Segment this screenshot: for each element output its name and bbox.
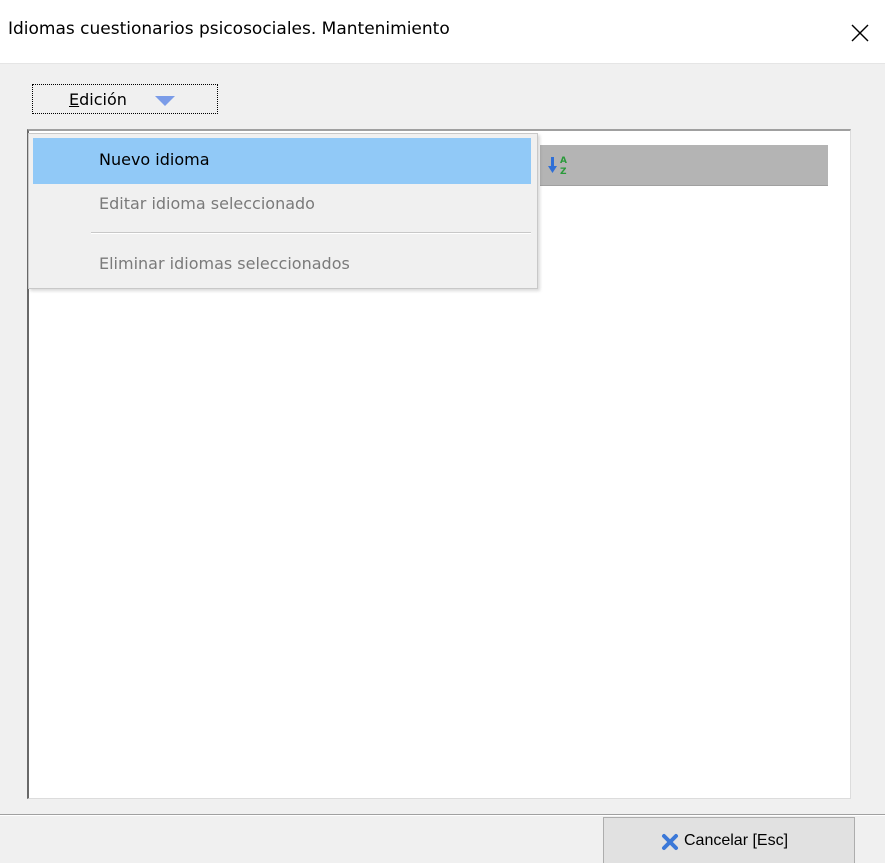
triangle-down-icon (155, 96, 175, 106)
menu-separator (91, 232, 531, 234)
edicion-label: Edición (69, 90, 127, 109)
title-bar: Idiomas cuestionarios psicosociales. Man… (0, 0, 885, 64)
svg-text:Z: Z (560, 167, 567, 177)
cancel-button[interactable]: Cancelar [Esc] (603, 817, 855, 863)
menu-item-nuevo-idioma[interactable]: Nuevo idioma (33, 138, 531, 184)
footer-divider (0, 814, 885, 816)
dialog-window: Idiomas cuestionarios psicosociales. Man… (0, 0, 885, 863)
menu-item-eliminar-idiomas[interactable]: Eliminar idiomas seleccionados (33, 242, 531, 288)
close-button[interactable] (833, 0, 885, 64)
cancel-label: Cancelar [Esc] (684, 832, 789, 849)
window-title: Idiomas cuestionarios psicosociales. Man… (8, 19, 450, 39)
edicion-menu-button[interactable]: Edición (32, 84, 218, 114)
close-icon (851, 24, 869, 42)
menu-item-label: Editar idioma seleccionado (99, 194, 315, 213)
menu-item-label: Eliminar idiomas seleccionados (99, 254, 350, 273)
menu-item-label: Nuevo idioma (99, 150, 210, 169)
x-icon (662, 834, 678, 850)
grid-column-header[interactable]: A Z (540, 145, 828, 186)
sort-az-icon: A Z (548, 156, 567, 177)
svg-text:A: A (560, 156, 567, 166)
menu-item-editar-idioma[interactable]: Editar idioma seleccionado (33, 182, 531, 228)
edicion-dropdown-menu: Nuevo idioma Editar idioma seleccionado … (28, 133, 538, 289)
